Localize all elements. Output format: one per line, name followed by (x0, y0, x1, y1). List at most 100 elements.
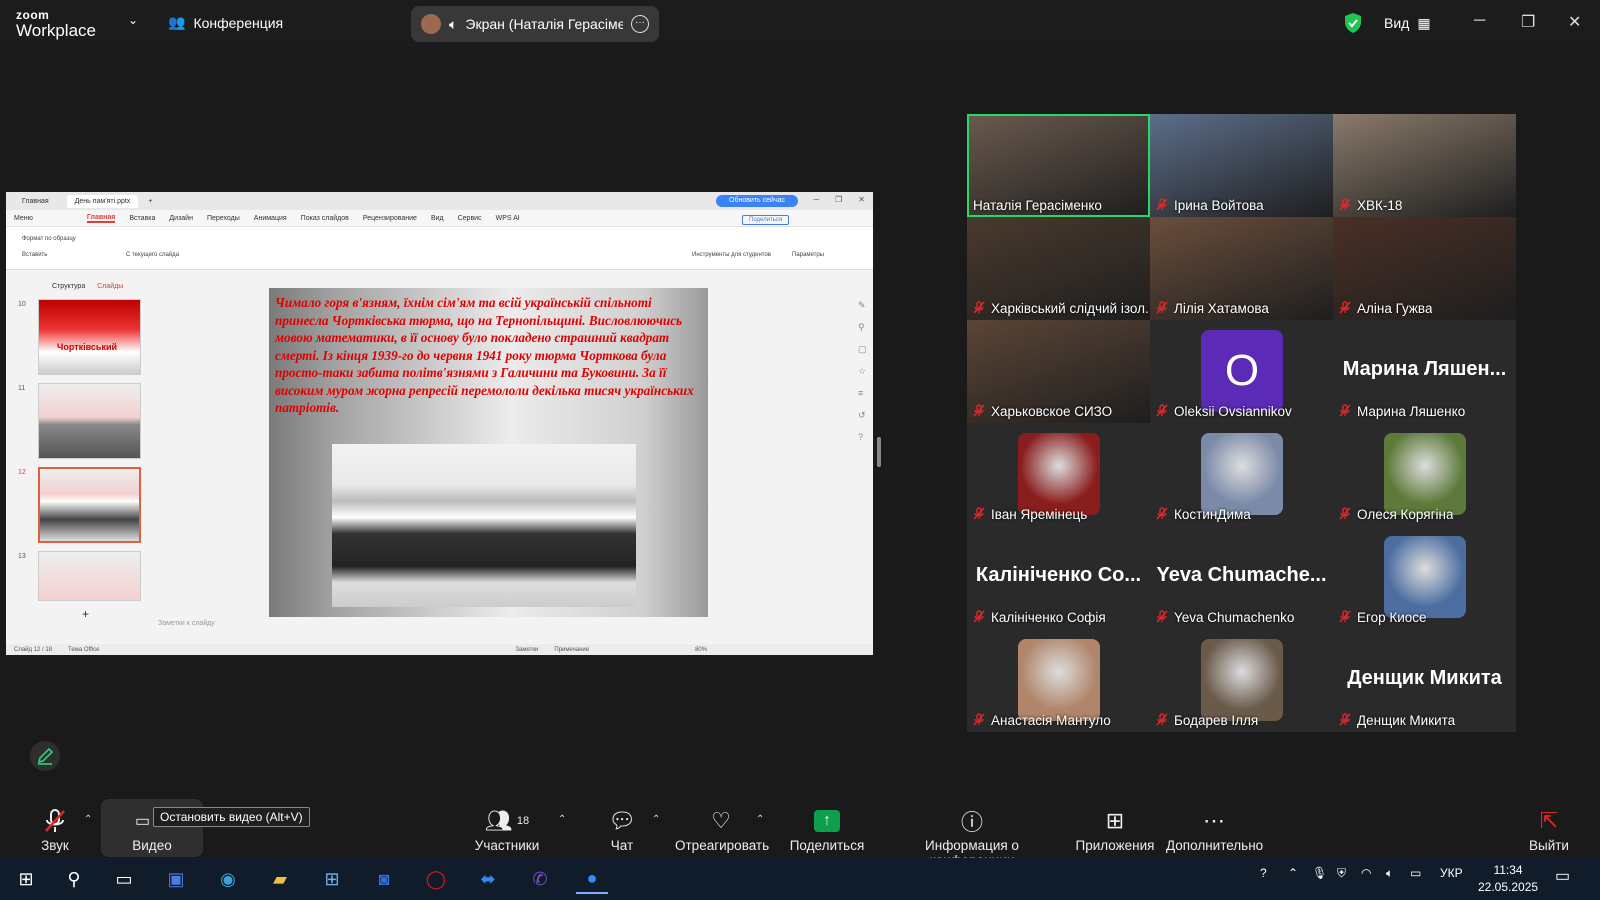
teamviewer-icon[interactable]: ⬌ (472, 864, 504, 894)
zoom-taskbar-icon[interactable]: ● (576, 864, 608, 894)
tray-expand-icon[interactable]: ⌃ (1288, 866, 1298, 880)
participant-tile[interactable]: Олеся Корягіна (1333, 423, 1516, 526)
save-app-icon[interactable]: ▣ (160, 864, 192, 894)
participants-caret[interactable]: ⌃ (558, 814, 566, 825)
participant-tile[interactable]: Денщик Микита Денщик Микита (1333, 629, 1516, 732)
search-icon[interactable]: ⚲ (58, 864, 90, 894)
react-caret[interactable]: ⌃ (756, 814, 764, 825)
participant-tile[interactable]: Калініченко Со... Калініченко Софія (967, 526, 1150, 629)
menu-item[interactable]: Анимация (254, 215, 287, 222)
outlook-icon[interactable]: ◙ (368, 864, 400, 894)
tool-icon[interactable]: ⚲ (858, 322, 865, 333)
share-screen-button[interactable]: ↑ Поделиться (786, 808, 868, 853)
slide-thumbnail[interactable] (38, 383, 141, 459)
tab-home[interactable]: Главная (14, 194, 57, 208)
participant-tile[interactable]: Харьковское СИЗО (967, 320, 1150, 423)
student-tools[interactable]: Инструменты для студентов (692, 252, 771, 258)
star-icon[interactable]: ☆ (858, 366, 866, 377)
folder-icon[interactable]: ▰ (264, 864, 296, 894)
wifi-icon[interactable]: ◠ (1361, 866, 1371, 880)
audio-button[interactable]: Звук (30, 808, 80, 853)
close-icon[interactable]: ✕ (1568, 12, 1581, 32)
menu-item[interactable]: Меню (14, 215, 33, 222)
defender-tray-icon[interactable]: ⛨ (1337, 866, 1346, 881)
shield-icon[interactable] (1344, 12, 1362, 34)
participant-tile[interactable]: Наталія Герасіменко (967, 114, 1150, 217)
notifications-icon[interactable]: ▭ (1555, 866, 1570, 886)
language-indicator[interactable]: УКР (1440, 866, 1463, 880)
apps-button[interactable]: ⊞ Приложения (1075, 808, 1155, 853)
edge-icon[interactable]: ◉ (212, 864, 244, 894)
conference-menu[interactable]: 👥 Конференция (168, 14, 283, 31)
tool-icon[interactable]: ✎ (858, 300, 866, 311)
participant-tile[interactable]: Yeva Chumache... Yeva Chumachenko (1150, 526, 1333, 629)
participant-tile[interactable]: O Oleksii Ovsiannikov (1150, 320, 1333, 423)
notes-field[interactable]: Заметки к слайду (158, 620, 215, 627)
mic-tray-icon[interactable]: 🎙︎ (1312, 866, 1327, 880)
parameters[interactable]: Параметры (792, 252, 824, 258)
history-icon[interactable]: ↺ (858, 410, 866, 421)
participant-tile[interactable]: Анастасія Мантуло (967, 629, 1150, 732)
participant-tile[interactable]: Харківський слідчий ізол... (967, 217, 1150, 320)
participant-tile[interactable]: Лілія Хатамова (1150, 217, 1333, 320)
tab-document[interactable]: День пам'яті.pptx (66, 194, 139, 208)
tool-icon[interactable]: ▢ (858, 344, 867, 355)
opera-icon[interactable]: ◯ (420, 864, 452, 894)
menu-item[interactable]: Сервис (458, 215, 482, 222)
slide-thumbnail[interactable] (38, 551, 141, 601)
battery-icon[interactable]: ▭ (1410, 866, 1421, 880)
participant-tile[interactable]: ХВК-18 (1333, 114, 1516, 217)
store-icon[interactable]: ⊞ (316, 864, 348, 894)
menu-item[interactable]: Вставка (129, 215, 155, 222)
restore-icon[interactable]: ❐ (1521, 12, 1535, 32)
menu-item[interactable]: Переходы (207, 215, 240, 222)
menu-item[interactable]: Дизайн (169, 215, 193, 222)
clock[interactable]: 11:34 22.05.2025 (1478, 862, 1538, 896)
task-view-icon[interactable]: ▭ (108, 864, 140, 894)
minimize-icon[interactable]: ─ (1474, 12, 1485, 30)
comment-toggle[interactable]: Примечание (554, 647, 589, 653)
add-tab-icon[interactable]: + (148, 198, 152, 205)
windows-start-icon[interactable]: ⊞ (10, 864, 42, 894)
format-painter[interactable]: Формат по образцу (22, 236, 76, 242)
help-icon[interactable]: ? (858, 432, 863, 442)
participant-tile[interactable]: Бодарев Ілля (1150, 629, 1333, 732)
annotate-button[interactable] (30, 741, 60, 771)
notes-toggle[interactable]: Заметки (515, 647, 538, 653)
chat-caret[interactable]: ⌃ (652, 814, 660, 825)
leave-button[interactable]: ⇱ Выйти (1524, 808, 1574, 853)
viber-icon[interactable]: ✆ (524, 864, 556, 894)
more-button[interactable]: ⋯ Дополнительно (1166, 808, 1263, 853)
chevron-down-icon[interactable]: ⌄ (128, 13, 138, 27)
participant-tile[interactable]: Ірина Войтова (1150, 114, 1333, 217)
menu-item[interactable]: Показ слайдов (301, 215, 349, 222)
participant-tile[interactable]: Марина Ляшен... Марина Ляшенко (1333, 320, 1516, 423)
menu-item[interactable]: Вид (431, 215, 444, 222)
window-controls[interactable]: ─ ❐ ✕ (813, 195, 865, 204)
slide-thumbnail[interactable]: Чортківський (38, 299, 141, 375)
update-button[interactable]: Обновить сейчас (716, 195, 798, 207)
participant-tile[interactable]: КостинДима (1150, 423, 1333, 526)
menu-item[interactable]: Рецензирование (363, 215, 417, 222)
participant-tile[interactable]: Іван Яремінець (967, 423, 1150, 526)
volume-icon[interactable]: 🔈︎ (1386, 866, 1393, 881)
share-button[interactable]: Поделиться (742, 215, 790, 225)
view-button[interactable]: Вид ▦ (1384, 15, 1431, 32)
zoom-level[interactable]: 80% (695, 647, 707, 653)
react-button[interactable]: ♡ Отреагировать (675, 808, 769, 853)
add-slide-icon[interactable]: + (82, 607, 89, 621)
screen-share-pill[interactable]: 🔈︎ Экран (Наталія Герасіменко) ··· (411, 6, 659, 42)
participants-button[interactable]: 👥︎ 18 Участники (470, 808, 544, 853)
participant-tile[interactable]: Аліна Гужва (1333, 217, 1516, 320)
tab-slides[interactable]: Слайды (97, 283, 123, 290)
tool-icon[interactable]: ≡ (858, 388, 863, 398)
slide-thumbnail-selected[interactable] (38, 467, 141, 543)
menu-item[interactable]: WPS AI (496, 215, 520, 222)
tab-outline[interactable]: Структура (52, 283, 85, 290)
chat-button[interactable]: 💬︎ Чат (600, 808, 644, 853)
participant-tile[interactable]: Егор Киосе (1333, 526, 1516, 629)
more-icon[interactable]: ··· (631, 15, 649, 33)
paste-button[interactable]: Вставить (22, 252, 47, 258)
split-handle[interactable] (877, 437, 881, 467)
from-current-slide[interactable]: С текущего слайда (126, 252, 179, 258)
